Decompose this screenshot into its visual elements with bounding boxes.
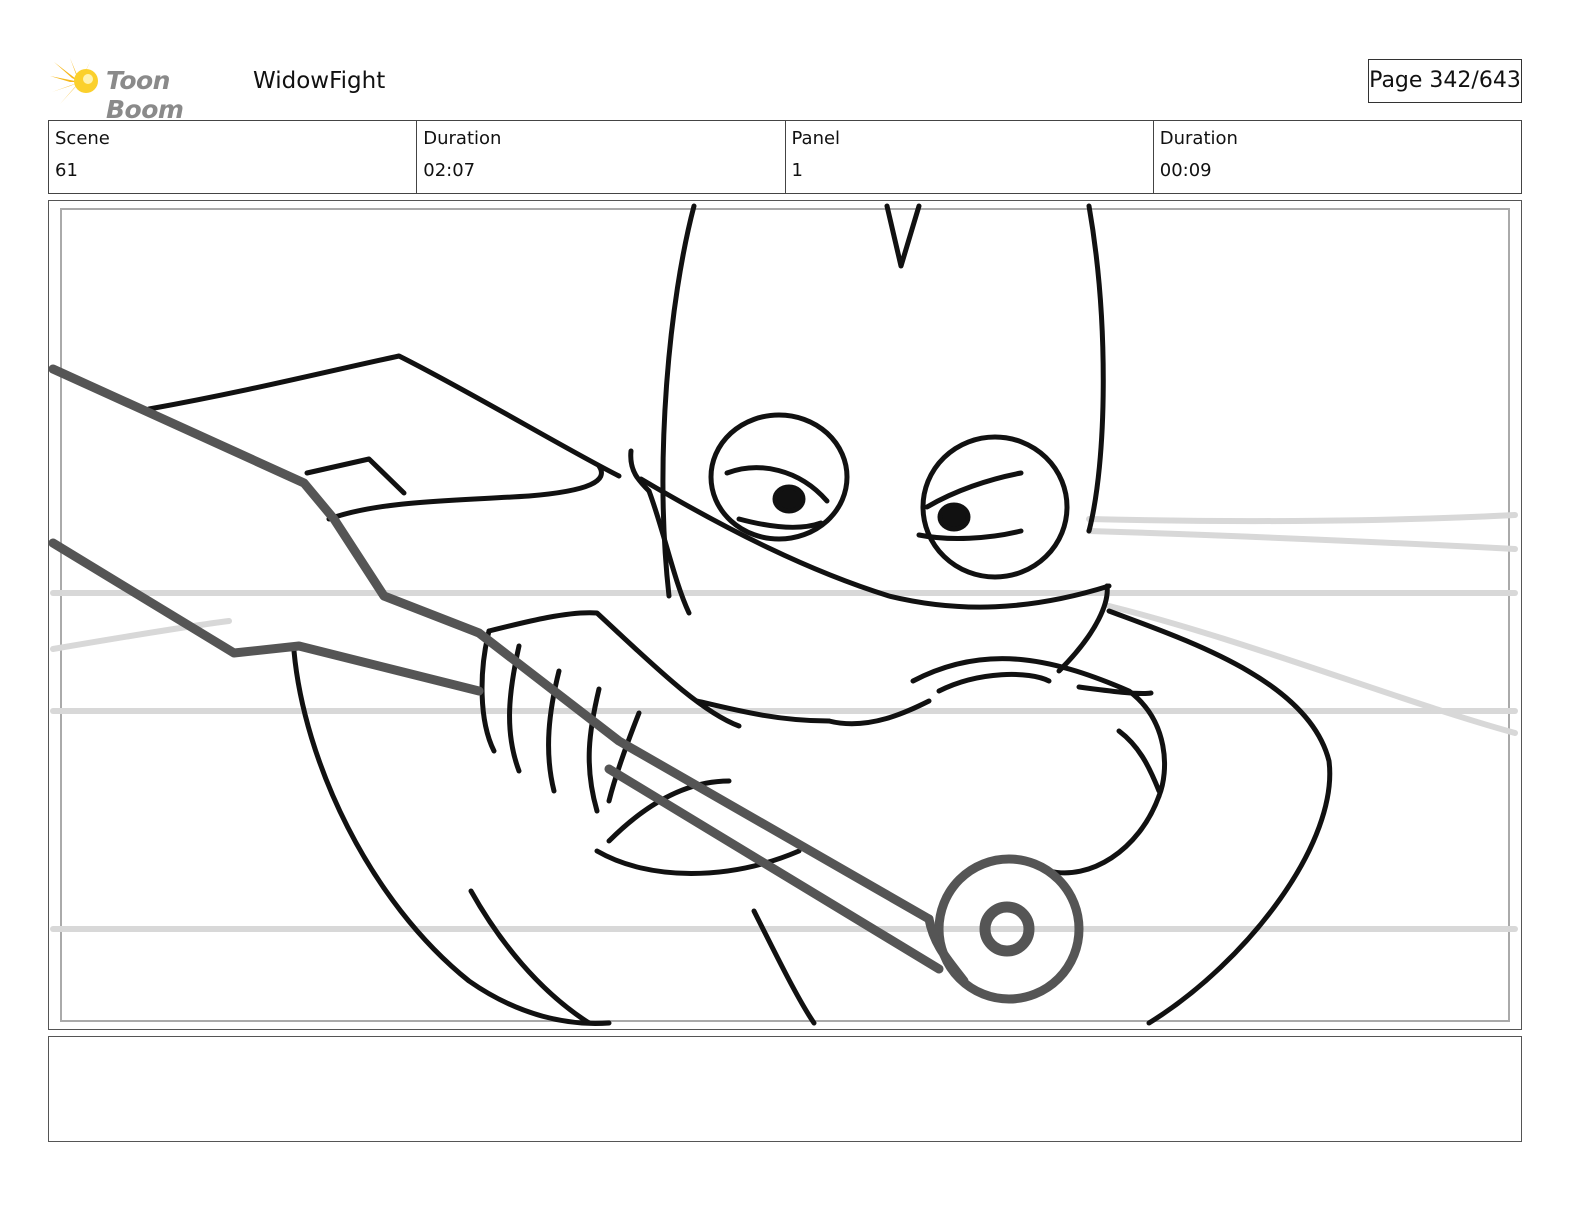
scene-label: Scene — [55, 128, 110, 149]
panel-sketch — [49, 203, 1518, 1026]
scene-duration-label: Duration — [423, 128, 502, 149]
panel-duration-label: Duration — [1159, 128, 1238, 149]
caption-area — [48, 1036, 1522, 1142]
scene-info-table: Scene 61 Duration 02:07 Panel 1 Duration… — [48, 120, 1522, 194]
panel-label: Panel — [791, 128, 841, 149]
page-indicator: Page 342/643 — [1368, 59, 1522, 103]
project-title: WidowFight — [253, 68, 386, 94]
panel-cell: Panel 1 — [784, 121, 1153, 193]
scene-duration-value: 02:07 — [423, 160, 476, 181]
background-lines — [50, 512, 1518, 932]
weapon-sketch — [49, 364, 1084, 1004]
logo-text: Toon Boom — [106, 66, 184, 124]
storyboard-header: Toon Boom WidowFight Page 342/643 — [48, 56, 1522, 124]
scene-value: 61 — [55, 160, 78, 181]
panel-value: 1 — [791, 160, 803, 181]
scene-duration-cell: Duration 02:07 — [416, 121, 784, 193]
toon-boom-logo: Toon Boom — [50, 56, 240, 124]
scene-cell: Scene 61 — [49, 121, 416, 193]
starburst-icon — [50, 58, 98, 104]
storyboard-panel — [48, 200, 1522, 1030]
panel-duration-cell: Duration 00:09 — [1152, 121, 1521, 193]
panel-duration-value: 00:09 — [1159, 160, 1212, 181]
